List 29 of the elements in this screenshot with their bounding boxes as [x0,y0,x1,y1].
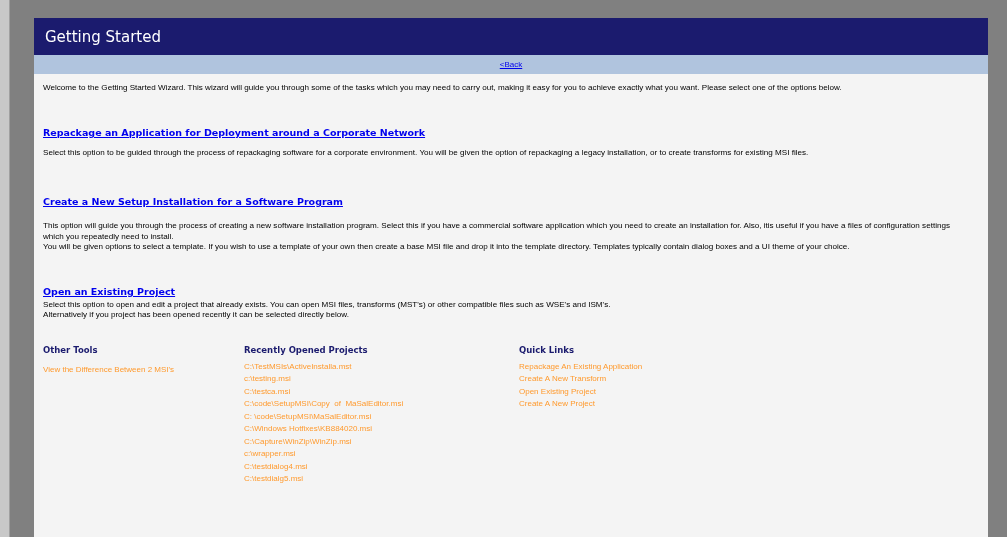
quick-link[interactable]: C:\code\SetupMSI\Copy of MaSalEditor.msi [244,398,404,411]
quick-link[interactable]: Open Existing Project [519,385,596,399]
quick-link[interactable]: C:\testca.msi [244,385,291,399]
quick-link[interactable]: C:\testdialg5.msi [244,473,304,486]
option-link[interactable]: Create a New Setup Installation for a Software Program [43,196,343,208]
option-link[interactable]: Open an Existing Project [43,286,176,298]
quick-link[interactable]: C:\testdialog4.msi [244,460,308,474]
option-description: Select this option to be guided through the process of repackaging software for a corporate environment. You will be given the option of repackaging a legacy installation, or to create transforms for existing MSI files. [43,148,810,159]
quick-link[interactable]: C:\Capture\WinZip\WinZip.msi [244,435,352,449]
column-heading: Recently Opened Projects [244,344,369,355]
column-heading: Quick Links [519,344,575,355]
quick-link[interactable]: View the Difference Between 2 MSI's [43,363,175,377]
option-link[interactable]: Repackage an Application for Deployment around a Corporate Network [43,127,426,138]
option-description: You will be given options to select a template. If you wish to use a template of your own then create a base MSI file and drop it into the template directory. Templates typically contain dialog boxes and a UI theme of your choice. [43,241,851,253]
quick-link[interactable]: c:\wrapper.msi [244,448,296,461]
quick-link[interactable]: c:\testing.msi [244,373,291,386]
quick-link[interactable]: C: \code\SetupMSI\MaSalEditor.msi [244,410,372,424]
quick-link[interactable]: Create A New Transform [519,373,607,386]
option-description: This option will guide you through the process of creating a new software installation program. Select this if you have a commercial software application which you need to create an installation for. Also, itis useful if you have a files of configuration settings which you repeatedly need to install. [43,221,951,242]
column-heading: Other Tools [43,344,99,355]
quick-link[interactable]: Create A New Project [519,398,596,411]
quick-link[interactable]: Repackage An Existing Application [519,360,643,374]
page-title: Getting Started [45,27,161,46]
option-description: Alternatively if you project has been opened recently it can be selected directly below. [43,310,350,321]
back-link[interactable]: <Back [499,60,523,69]
quick-link[interactable]: C:\TestMSIs\ActiveInstalla.mst [244,360,352,374]
quick-link[interactable]: C:\Windows Hotfixes\KB884020.msi [244,423,373,436]
option-description: Select this option to open and edit a project that already exists. You can open MSI files, transforms (MST's) or other compatible files such as WSE's and ISM's. [43,300,612,311]
intro-text: Welcome to the Getting Started Wizard. This wizard will guide you through some of the tasks which you may need to carry out, making it easy for you to achieve exactly what you want. Please select one of the options below. [43,82,843,93]
